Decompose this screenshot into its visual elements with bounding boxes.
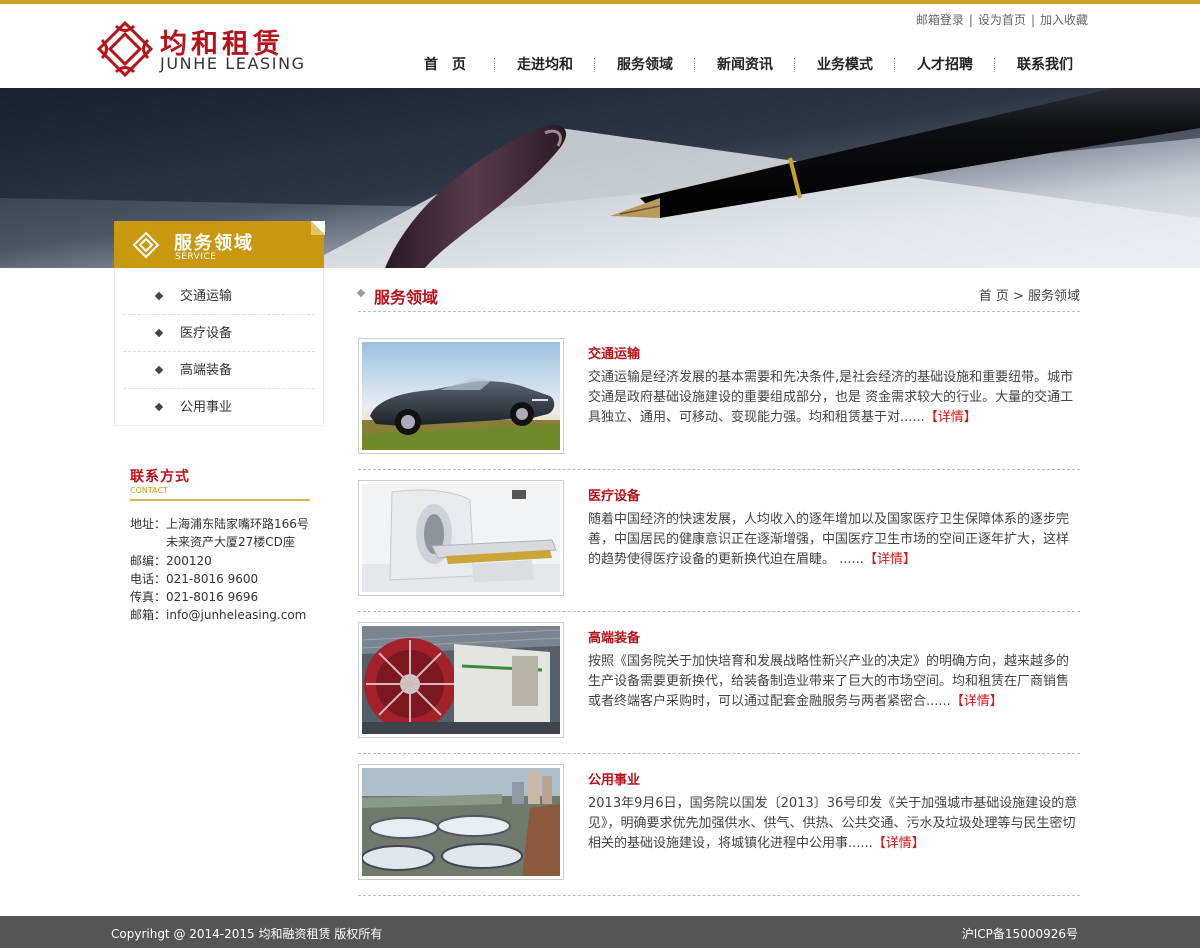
heading-bullet-icon xyxy=(356,288,366,298)
site-logo[interactable]: 均和租赁 JUNHE LEASING xyxy=(96,20,326,80)
service-item-title[interactable]: 公用事业 xyxy=(588,769,640,788)
divider: | xyxy=(968,13,973,27)
sidebar-item-transport[interactable]: 交通运输 xyxy=(123,278,315,315)
nav-home[interactable]: 首 页 xyxy=(395,54,495,76)
nav-services[interactable]: 服务领域 xyxy=(595,54,695,76)
contact-email: 邮箱：info@junheleasing.com xyxy=(130,608,307,623)
water-treatment-plant-image xyxy=(362,768,560,876)
page-title: 服务领域 xyxy=(374,288,439,307)
email-login-link[interactable]: 邮箱登录 xyxy=(916,13,964,27)
service-item-equipment: 高端装备 按照《国务院关于加快培育和发展战略性新兴产业的决定》的明确方向，越来越… xyxy=(358,622,1080,754)
service-thumbnail[interactable] xyxy=(358,480,564,596)
sidebar-menu: 交通运输 医疗设备 高端装备 公用事业 xyxy=(114,268,324,426)
sidebar-item-equipment[interactable]: 高端装备 xyxy=(123,352,315,389)
service-thumbnail[interactable] xyxy=(358,338,564,454)
details-link[interactable]: 【详情】 xyxy=(873,836,925,851)
service-item-title[interactable]: 高端装备 xyxy=(588,627,640,646)
contact-postcode: 邮编：200120 xyxy=(130,553,212,568)
sidebar-item-label: 交通运输 xyxy=(180,289,233,304)
content-header: 服务领域 首 页 > 服务领域 xyxy=(356,284,1080,312)
add-favorite-link[interactable]: 加入收藏 xyxy=(1040,13,1088,27)
top-links: 邮箱登录 | 设为首页 | 加入收藏 xyxy=(916,11,1088,28)
service-item-title[interactable]: 医疗设备 xyxy=(588,485,640,504)
service-item-description: 交通运输是经济发展的基本需要和先决条件,是社会经济的基础设施和重要纽带。城市交通… xyxy=(588,368,1078,428)
contact-title: 联系方式 xyxy=(130,469,190,485)
bullet-icon xyxy=(154,328,164,338)
nav-about[interactable]: 走进均和 xyxy=(495,54,595,76)
footer: Copyrihgt @ 2014-2015 均和融资租赁 版权所有 沪ICP备1… xyxy=(0,916,1200,948)
service-item-title[interactable]: 交通运输 xyxy=(588,343,640,362)
logo-mark-icon xyxy=(96,20,154,78)
contact-details: 地址：上海浦东陆家嘴环路166号 未来资产大厦27楼CD座 邮编：200120 … xyxy=(130,515,310,625)
service-item-utilities: 公用事业 2013年9月6日，国务院以国发〔2013〕36号印发《关于加强城市基… xyxy=(358,764,1080,896)
diamond-ornament-icon xyxy=(132,231,160,259)
service-thumbnail[interactable] xyxy=(358,764,564,880)
service-thumbnail[interactable] xyxy=(358,622,564,738)
main-nav: 首 页 走进均和 服务领域 新闻资讯 业务模式 人才招聘 联系我们 xyxy=(395,54,1095,76)
page-fold-decoration xyxy=(311,221,325,235)
service-item-medical: 医疗设备 随着中国经济的快速发展，人均收入的逐年增加以及国家医疗卫生保障体系的逐… xyxy=(358,480,1080,612)
service-item-text: 交通运输是经济发展的基本需要和先决条件,是社会经济的基础设施和重要纽带。城市交通… xyxy=(588,370,1074,425)
sidebar-item-label: 公用事业 xyxy=(180,400,233,415)
contact-block: 联系方式 CONTACT 地址：上海浦东陆家嘴环路166号 未来资产大厦27楼C… xyxy=(130,466,310,625)
breadcrumb[interactable]: 首 页 > 服务领域 xyxy=(979,285,1080,304)
details-link[interactable]: 【详情】 xyxy=(925,410,977,425)
details-link[interactable]: 【详情】 xyxy=(864,552,916,567)
logo-english-name: JUNHE LEASING xyxy=(160,54,306,73)
service-item-description: 按照《国务院关于加快培育和发展战略性新兴产业的决定》的明确方向，越来越多的生产设… xyxy=(588,652,1078,712)
service-item-description: 2013年9月6日，国务院以国发〔2013〕36号印发《关于加强城市基础设施建设… xyxy=(588,794,1078,854)
sidebar-title: 服务领域 SERVICE xyxy=(114,221,325,268)
service-item-description: 随着中国经济的快速发展，人均收入的逐年增加以及国家医疗卫生保障体系的逐步完善，中… xyxy=(588,510,1078,570)
nav-news[interactable]: 新闻资讯 xyxy=(695,54,795,76)
nav-careers[interactable]: 人才招聘 xyxy=(895,54,995,76)
sidebar-item-label: 医疗设备 xyxy=(180,326,233,341)
divider: | xyxy=(1030,13,1035,27)
contact-title-english: CONTACT xyxy=(130,486,168,495)
service-item-text: 随着中国经济的快速发展，人均收入的逐年增加以及国家医疗卫生保障体系的逐步完善，中… xyxy=(588,512,1070,567)
bullet-icon xyxy=(154,291,164,301)
contact-address-line2: 未来资产大厦27楼CD座 xyxy=(166,535,295,550)
bullet-icon xyxy=(154,402,164,412)
sidebar-item-label: 高端装备 xyxy=(180,363,233,378)
nav-contact[interactable]: 联系我们 xyxy=(995,54,1095,76)
service-item-transport: 交通运输 交通运输是经济发展的基本需要和先决条件,是社会经济的基础设施和重要纽带… xyxy=(358,338,1080,470)
medical-scanner-image xyxy=(362,484,560,592)
contact-phone: 电话：021-8016 9600 xyxy=(130,571,259,586)
tunnel-boring-machine-image xyxy=(362,626,560,734)
divider xyxy=(130,499,310,501)
sidebar-item-utilities[interactable]: 公用事业 xyxy=(123,389,315,426)
bullet-icon xyxy=(154,365,164,375)
set-homepage-link[interactable]: 设为首页 xyxy=(978,13,1026,27)
service-item-text: 2013年9月6日，国务院以国发〔2013〕36号印发《关于加强城市基础设施建设… xyxy=(588,796,1078,851)
copyright-text: Copyrihgt @ 2014-2015 均和融资租赁 版权所有 xyxy=(111,927,383,941)
sidebar-title-english: SERVICE xyxy=(175,252,217,262)
contact-fax: 传真：021-8016 9696 xyxy=(130,590,259,605)
details-link[interactable]: 【详情】 xyxy=(951,694,1003,709)
icp-record-link[interactable]: 沪ICP备15000926号 xyxy=(962,925,1078,942)
sidebar-item-medical[interactable]: 医疗设备 xyxy=(123,315,315,352)
car-image xyxy=(362,342,560,450)
nav-business-model[interactable]: 业务模式 xyxy=(795,54,895,76)
contact-address: 地址：上海浦东陆家嘴环路166号 xyxy=(130,517,309,531)
top-accent-line xyxy=(0,0,1200,4)
